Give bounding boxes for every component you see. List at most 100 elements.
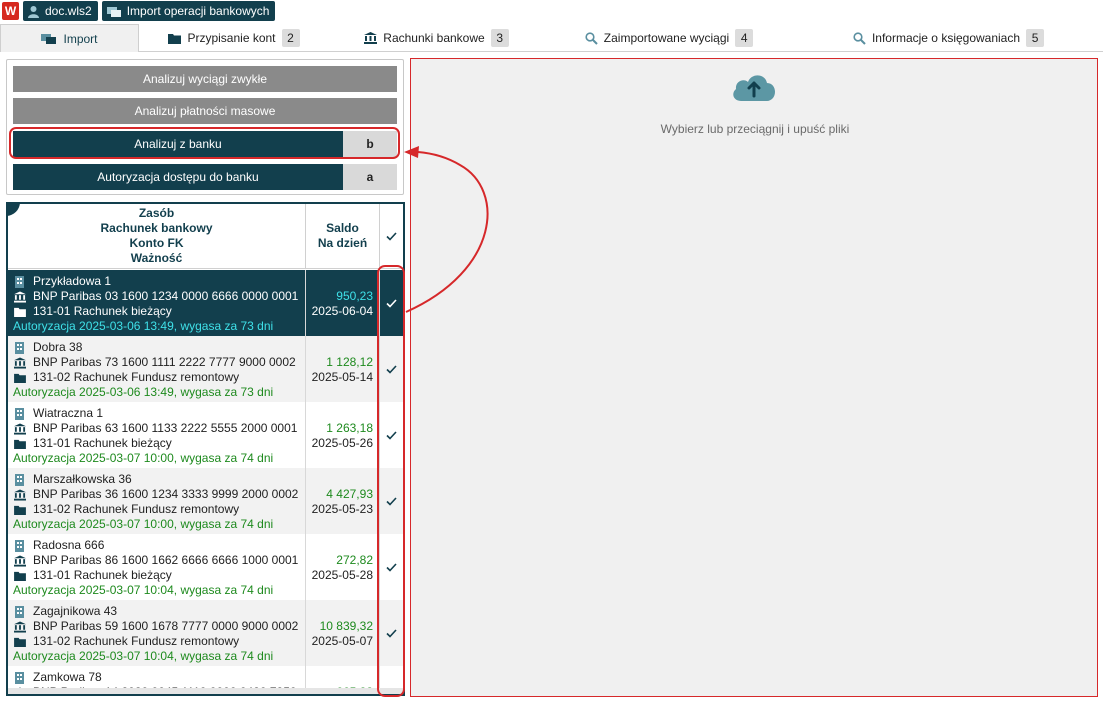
resource-name: Zagajnikowa 43 [33,604,118,618]
resource-name-line: Dobra 38 [13,340,305,355]
tab-imported-statements[interactable]: Zaimportowane wyciągi 4 [544,24,794,52]
resource-cell: Wiatraczna 1 BNP Paribas 63 1600 1133 222… [8,402,306,468]
tab-badge: 3 [490,29,509,47]
bank-icon [13,554,26,567]
bank-icon [13,356,26,369]
building-icon [13,341,26,354]
table-row[interactable]: Zagajnikowa 43 BNP Paribas 59 1600 1678 7… [8,600,403,666]
check-icon [386,298,397,308]
tab-bar: Import Przypisanie kont 2 Rachunki banko… [0,24,1103,52]
user-icon [28,5,39,18]
bank-resources-table: Zasób Rachunek bankowy Konto FK Ważność … [6,202,405,696]
balance-date: 2025-06-04 [311,304,373,318]
tab-account-assignment[interactable]: Przypisanie kont 2 [139,24,329,52]
authorization-validity: Autoryzacja 2025-03-07 10:04, wygasa za … [13,649,274,663]
dropzone-hint: Wybierz lub przeciągnij i upuść pliki [660,122,850,136]
row-checkbox[interactable] [380,468,403,534]
row-checkbox[interactable] [380,402,403,468]
horizontal-scrollbar[interactable] [8,688,403,694]
check-icon [386,364,397,374]
row-checkbox[interactable] [380,336,403,402]
authorization-validity: Autoryzacja 2025-03-07 10:00, wygasa za … [13,517,274,531]
header-balance: Saldo [326,221,359,235]
table-row[interactable]: Przykładowa 1 BNP Paribas 03 1600 1234 00… [8,270,403,336]
bank-transfer-icon [106,6,121,17]
folder-icon [13,437,26,450]
bank-account-number-line: BNP Paribas 03 1600 1234 0000 6666 0000 … [13,289,305,304]
bank-account-number: BNP Paribas 86 1600 1662 6666 6666 1000 … [33,553,299,567]
resource-name-line: Radosna 666 [13,538,305,553]
building-icon [13,275,26,288]
bank-account-number-line: BNP Paribas 73 1600 1111 2222 7777 9000 … [13,355,305,370]
cloud-upload-icon [733,75,775,101]
folder-icon [13,635,26,648]
analyze-regular-statements-button[interactable]: Analizuj wyciągi zwykłe [13,66,397,92]
module-breadcrumb[interactable]: Import operacji bankowych [101,1,276,21]
fk-account-line: 131-02 Rachunek Fundusz remontowy [13,502,305,517]
tab-badge: 4 [735,29,754,47]
tab-badge: 5 [1026,29,1045,47]
resource-name-line: Wiatraczna 1 [13,406,305,421]
building-icon [13,473,26,486]
analyze-from-bank-button[interactable]: Analizuj z banku [13,131,343,157]
fk-account: 131-01 Rachunek bieżący [33,436,172,450]
bank-account-number-line: BNP Paribas 63 1600 1133 2222 5555 2000 … [13,421,305,436]
row-checkbox[interactable] [380,534,403,600]
fk-account: 131-02 Rachunek Fundusz remontowy [33,370,240,384]
balance-amount: 1 263,18 [326,421,373,435]
header-validity: Ważność [130,251,183,265]
balance-amount: 4 427,93 [326,487,373,501]
bank-account-number: BNP Paribas 73 1600 1111 2222 7777 9000 … [33,355,296,369]
header-date: Na dzień [317,236,368,250]
authorize-bank-shortcut[interactable]: a [343,164,397,190]
tab-label: Rachunki bankowe [383,31,485,45]
balance-date: 2025-05-07 [311,634,373,648]
bank-account-number: BNP Paribas 59 1600 1678 7777 0000 9000 … [33,619,299,633]
analyze-mass-payments-button[interactable]: Analizuj płatności masowe [13,98,397,124]
table-row[interactable]: Dobra 38 BNP Paribas 73 1600 1111 2222 77… [8,336,403,402]
fk-account-line: 131-01 Rachunek bieżący [13,436,305,451]
file-dropzone[interactable]: Wybierz lub przeciągnij i upuść pliki [410,58,1098,697]
table-row[interactable]: Marszałkowska 36 BNP Paribas 36 1600 1234… [8,468,403,534]
balance-cell: 1 263,18 2025-05-26 [306,402,380,468]
resource-name: Marszałkowska 36 [33,472,132,486]
fk-account: 131-01 Rachunek bieżący [33,304,172,318]
import-icon [41,33,57,44]
tab-badge: 2 [281,29,300,47]
row-checkbox[interactable] [380,270,403,336]
resource-cell: Radosna 666 BNP Paribas 86 1600 1662 6666… [8,534,306,600]
check-icon [386,628,397,638]
tab-bank-accounts[interactable]: Rachunki bankowe 3 [329,24,544,52]
resource-cell: Zagajnikowa 43 BNP Paribas 59 1600 1678 7… [8,600,306,666]
bank-account-number-line: BNP Paribas 59 1600 1678 7777 0000 9000 … [13,619,305,634]
fk-account-line: 131-01 Rachunek bieżący [13,304,305,319]
column-header-resource[interactable]: Zasób Rachunek bankowy Konto FK Ważność [8,204,306,268]
row-checkbox[interactable] [380,600,403,666]
select-all-checkbox[interactable] [380,204,403,268]
balance-cell: 950,23 2025-06-04 [306,270,380,336]
bank-account-number: BNP Paribas 03 1600 1234 0000 6666 0000 … [33,289,299,303]
authorization-validity: Autoryzacja 2025-03-06 13:49, wygasa za … [13,319,274,333]
header-bank-account: Rachunek bankowy [100,221,213,235]
balance-amount: 1 128,12 [326,355,373,369]
header-fk-account: Konto FK [129,236,184,250]
table-row[interactable]: Wiatraczna 1 BNP Paribas 63 1600 1133 222… [8,402,403,468]
user-breadcrumb[interactable]: doc.wls2 [23,1,98,21]
column-header-balance[interactable]: Saldo Na dzień [306,204,380,268]
header-resource: Zasób [138,206,175,220]
authorization-validity: Autoryzacja 2025-03-06 13:49, wygasa za … [13,385,274,399]
tab-posting-info[interactable]: Informacje o księgowaniach 5 [794,24,1103,52]
check-icon [386,231,397,241]
app-logo[interactable]: W [2,2,19,20]
top-bar: W doc.wls2 Import operacji bankowych [0,0,1103,22]
resource-name: Dobra 38 [33,340,83,354]
table-row[interactable]: Radosna 666 BNP Paribas 86 1600 1662 6666… [8,534,403,600]
bank-icon [13,422,26,435]
bank-account-number-line: BNP Paribas 36 1600 1234 3333 9999 2000 … [13,487,305,502]
analyze-from-bank-shortcut[interactable]: b [343,131,397,157]
authorize-bank-access-button[interactable]: Autoryzacja dostępu do banku [13,164,343,190]
bank-icon [364,32,378,44]
folder-icon [13,569,26,582]
resource-cell: Marszałkowska 36 BNP Paribas 36 1600 1234… [8,468,306,534]
tab-import[interactable]: Import [0,24,139,52]
